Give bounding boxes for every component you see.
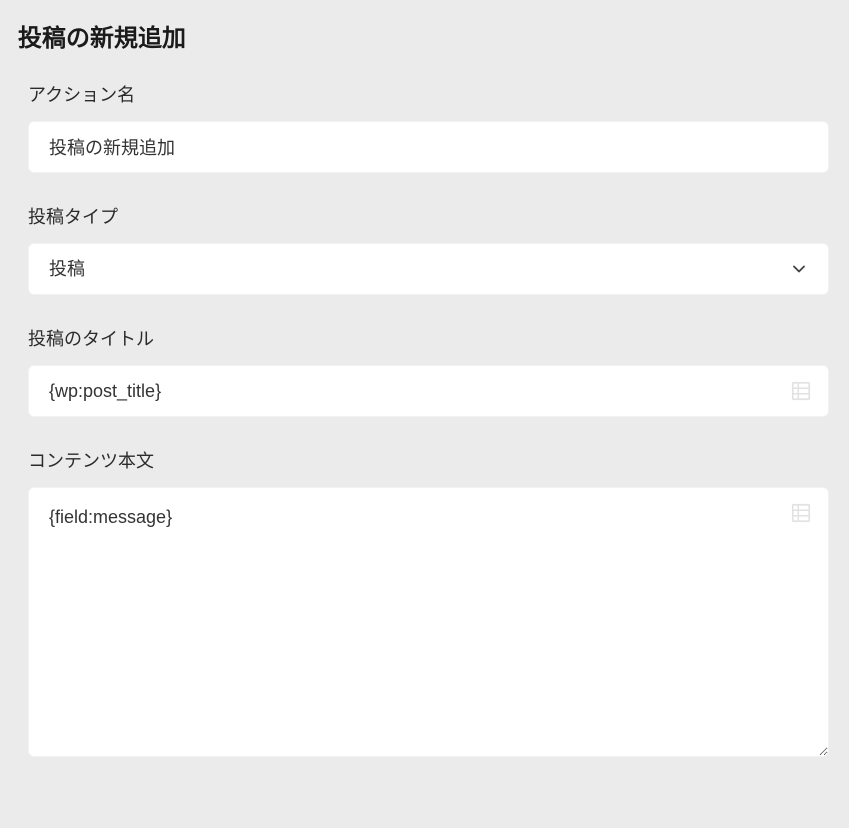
action-name-label: アクション名 — [28, 81, 829, 107]
merge-tag-icon[interactable] — [789, 379, 813, 403]
action-name-input[interactable] — [28, 121, 829, 173]
post-title-label: 投稿のタイトル — [28, 325, 829, 351]
content-body-textarea[interactable] — [28, 487, 829, 757]
field-post-title: 投稿のタイトル — [18, 325, 829, 417]
post-type-select[interactable]: 投稿 — [28, 243, 829, 295]
post-type-label: 投稿タイプ — [28, 203, 829, 229]
content-body-label: コンテンツ本文 — [28, 447, 829, 473]
field-post-type: 投稿タイプ 投稿 — [18, 203, 829, 295]
field-content-body: コンテンツ本文 — [18, 447, 829, 762]
merge-tag-icon[interactable] — [789, 501, 813, 525]
field-action-name: アクション名 — [18, 81, 829, 173]
page-title: 投稿の新規追加 — [18, 18, 829, 53]
post-title-input[interactable] — [28, 365, 829, 417]
